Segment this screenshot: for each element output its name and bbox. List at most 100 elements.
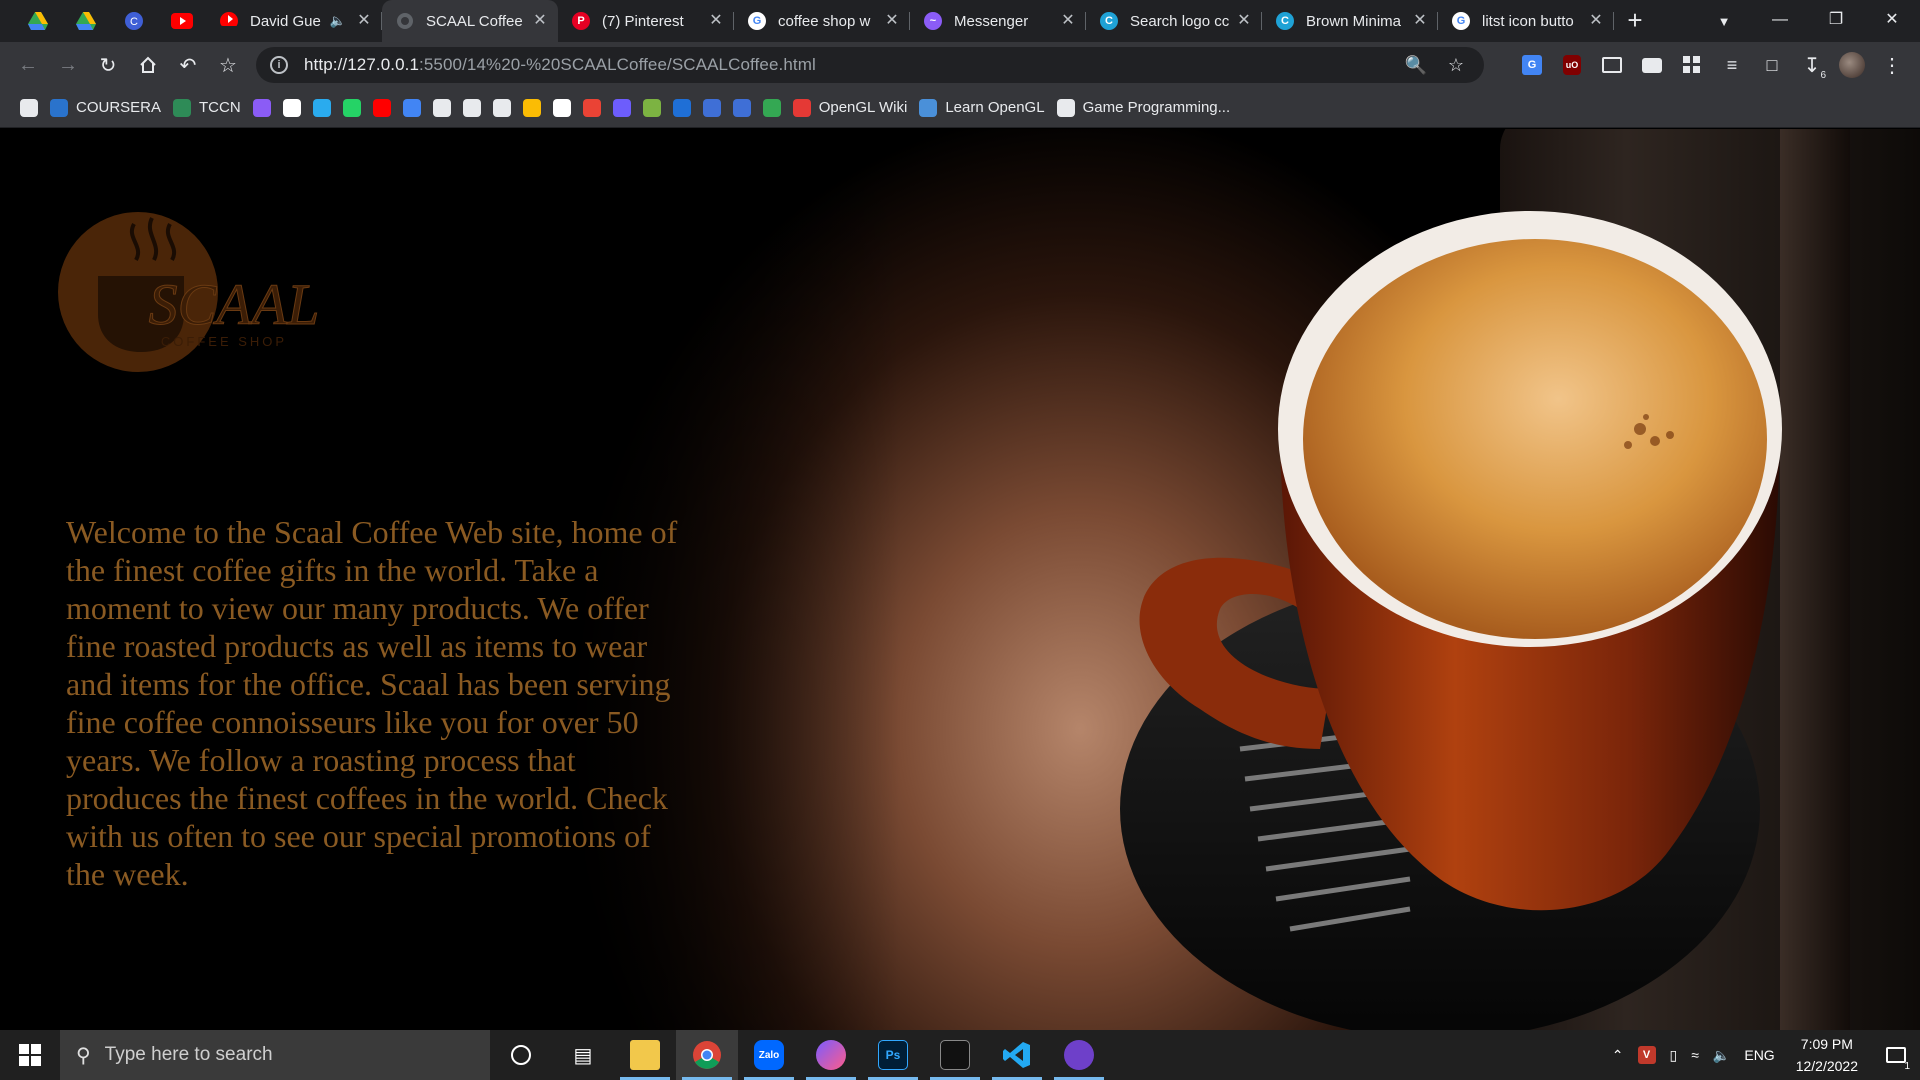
crop-icon[interactable]: □ bbox=[1752, 45, 1792, 85]
menu-kebab-icon[interactable]: ⋮ bbox=[1872, 45, 1912, 85]
bookmark-item[interactable]: Game Programming... bbox=[1051, 94, 1237, 122]
close-icon[interactable]: ✕ bbox=[1588, 13, 1604, 29]
bookmark-item[interactable] bbox=[307, 94, 337, 122]
minimize-button[interactable]: — bbox=[1752, 0, 1808, 42]
start-button[interactable] bbox=[0, 1030, 60, 1080]
welcome-paragraph: Welcome to the Scaal Coffee Web site, ho… bbox=[66, 514, 678, 892]
task-view-button[interactable]: ▤ bbox=[552, 1030, 614, 1080]
undo-button[interactable]: ↶ bbox=[168, 45, 208, 85]
bookmark-item[interactable] bbox=[667, 94, 697, 122]
url-text[interactable]: http://127.0.0.1:5500/14%20-%20SCAALCoff… bbox=[304, 55, 816, 75]
tab-david-gue[interactable]: David Gue 🔈 ✕ bbox=[206, 0, 382, 42]
restore-button[interactable]: ❐ bbox=[1808, 0, 1864, 42]
chrome-button[interactable] bbox=[676, 1030, 738, 1080]
show-hidden-icons-chevron-icon[interactable]: ⌃ bbox=[1605, 1047, 1631, 1064]
wifi-icon[interactable]: ≈ bbox=[1684, 1047, 1706, 1063]
bookmark-item[interactable] bbox=[487, 94, 517, 122]
zalo-button[interactable]: Zalo bbox=[738, 1030, 800, 1080]
extensions-area: G uO ≡ □ ↧ 6 ⋮ bbox=[1512, 42, 1912, 88]
close-icon[interactable]: ✕ bbox=[532, 13, 548, 29]
close-icon[interactable]: ✕ bbox=[1412, 13, 1428, 29]
bookmark-item[interactable] bbox=[457, 94, 487, 122]
tab-brown-minimal[interactable]: C Brown Minima ✕ bbox=[1262, 0, 1438, 42]
pinned-tab-canva[interactable]: C bbox=[110, 0, 158, 42]
messenger-button[interactable] bbox=[800, 1030, 862, 1080]
taskbar-search-box[interactable]: ⚲ Type here to search bbox=[60, 1030, 490, 1080]
tab-search-chevron-icon[interactable]: ▼ bbox=[1704, 0, 1744, 42]
translate-extension-icon[interactable]: G bbox=[1512, 45, 1552, 85]
bookmarks-bar: COURSERA TCCN OpenGL Wiki Learn OpenGL Game … bbox=[0, 88, 1920, 128]
close-icon[interactable]: ✕ bbox=[708, 13, 724, 29]
close-icon[interactable]: ✕ bbox=[884, 13, 900, 29]
pinned-tab-google-drive-2[interactable] bbox=[62, 0, 110, 42]
tab-messenger[interactable]: ~ Messenger ✕ bbox=[910, 0, 1086, 42]
site-info-icon[interactable]: i bbox=[270, 56, 288, 74]
pinned-tab-google-drive[interactable] bbox=[14, 0, 62, 42]
pinned-tab-youtube[interactable] bbox=[158, 0, 206, 42]
home-button[interactable] bbox=[128, 45, 168, 85]
clock[interactable]: 7:09 PM 12/2/2022 bbox=[1782, 1033, 1872, 1077]
vivaldi-tray-icon[interactable]: V bbox=[1631, 1046, 1663, 1064]
bookmark-item[interactable] bbox=[697, 94, 727, 122]
bookmark-item[interactable] bbox=[337, 94, 367, 122]
back-button[interactable]: ← bbox=[8, 45, 48, 85]
tab-search-logo[interactable]: C Search logo cc ✕ bbox=[1086, 0, 1262, 42]
bookmark-item[interactable] bbox=[757, 94, 787, 122]
tab-coffee-shop[interactable]: G coffee shop w ✕ bbox=[734, 0, 910, 42]
close-window-button[interactable]: ✕ bbox=[1864, 0, 1920, 42]
reload-button[interactable]: ↻ bbox=[88, 45, 128, 85]
logo-subtitle: COFFEE SHOP bbox=[161, 334, 287, 349]
tab-list-icon[interactable]: G litst icon butto ✕ bbox=[1438, 0, 1614, 42]
bookmark-item[interactable]: COURSERA bbox=[44, 94, 167, 122]
bookmark-item[interactable] bbox=[577, 94, 607, 122]
close-icon[interactable]: ✕ bbox=[1236, 13, 1252, 29]
bookmark-item[interactable] bbox=[247, 94, 277, 122]
globe-icon bbox=[612, 98, 631, 117]
github-desktop-button[interactable] bbox=[1048, 1030, 1110, 1080]
close-icon[interactable]: ✕ bbox=[356, 13, 372, 29]
bookmark-star-button[interactable]: ☆ bbox=[208, 45, 248, 85]
learnopengl-icon bbox=[919, 98, 938, 117]
bookmark-item[interactable] bbox=[427, 94, 457, 122]
svg-text:C: C bbox=[130, 16, 138, 28]
close-icon[interactable]: ✕ bbox=[1060, 13, 1076, 29]
tab-scaal-coffee[interactable]: SCAAL Coffee ✕ bbox=[382, 0, 558, 42]
address-bar[interactable]: i http://127.0.0.1:5500/14%20-%20SCAALCo… bbox=[256, 47, 1484, 83]
bookmark-item[interactable] bbox=[14, 94, 44, 122]
bookmark-item[interactable] bbox=[367, 94, 397, 122]
bookmark-item[interactable] bbox=[277, 94, 307, 122]
file-explorer-button[interactable] bbox=[614, 1030, 676, 1080]
avatar[interactable] bbox=[1832, 45, 1872, 85]
terminal-button[interactable] bbox=[924, 1030, 986, 1080]
bookmark-item[interactable]: TCCN bbox=[167, 94, 247, 122]
picture-in-picture-icon[interactable] bbox=[1592, 45, 1632, 85]
vscode-button[interactable] bbox=[986, 1030, 1048, 1080]
webpage-viewport: SCAAL COFFEE SHOP Welcome to the Scaal C… bbox=[0, 129, 1920, 1030]
bookmark-item[interactable] bbox=[547, 94, 577, 122]
bookmark-item[interactable]: Learn OpenGL bbox=[913, 94, 1050, 122]
volume-icon[interactable]: 🔈 bbox=[1706, 1047, 1737, 1064]
bookmark-item[interactable]: OpenGL Wiki bbox=[787, 94, 914, 122]
photoshop-button[interactable]: Ps bbox=[862, 1030, 924, 1080]
language-indicator[interactable]: ENG bbox=[1737, 1047, 1781, 1063]
bookmark-item[interactable] bbox=[397, 94, 427, 122]
new-tab-button[interactable]: + bbox=[1614, 0, 1656, 42]
zoom-icon[interactable]: 🔍 bbox=[1396, 55, 1436, 76]
notification-center-button[interactable]: 1 bbox=[1872, 1030, 1920, 1080]
star-icon[interactable]: ☆ bbox=[1436, 55, 1476, 76]
extensions-grid-icon[interactable] bbox=[1672, 45, 1712, 85]
battery-icon[interactable]: ▯ bbox=[1663, 1047, 1685, 1064]
forward-button[interactable]: → bbox=[48, 45, 88, 85]
tab-pinterest[interactable]: P (7) Pinterest ✕ bbox=[558, 0, 734, 42]
bookmark-item[interactable] bbox=[727, 94, 757, 122]
bookmark-item[interactable] bbox=[637, 94, 667, 122]
bookmark-item[interactable] bbox=[607, 94, 637, 122]
speaker-icon[interactable]: 🔈 bbox=[330, 13, 346, 29]
ublock-extension-icon[interactable]: uO bbox=[1552, 45, 1592, 85]
canva-icon bbox=[702, 98, 721, 117]
screenshot-camera-icon[interactable] bbox=[1632, 45, 1672, 85]
reading-list-icon[interactable]: ≡ bbox=[1712, 45, 1752, 85]
downloads-button[interactable]: ↧ 6 bbox=[1792, 45, 1832, 85]
bookmark-item[interactable] bbox=[517, 94, 547, 122]
cortana-button[interactable] bbox=[490, 1030, 552, 1080]
